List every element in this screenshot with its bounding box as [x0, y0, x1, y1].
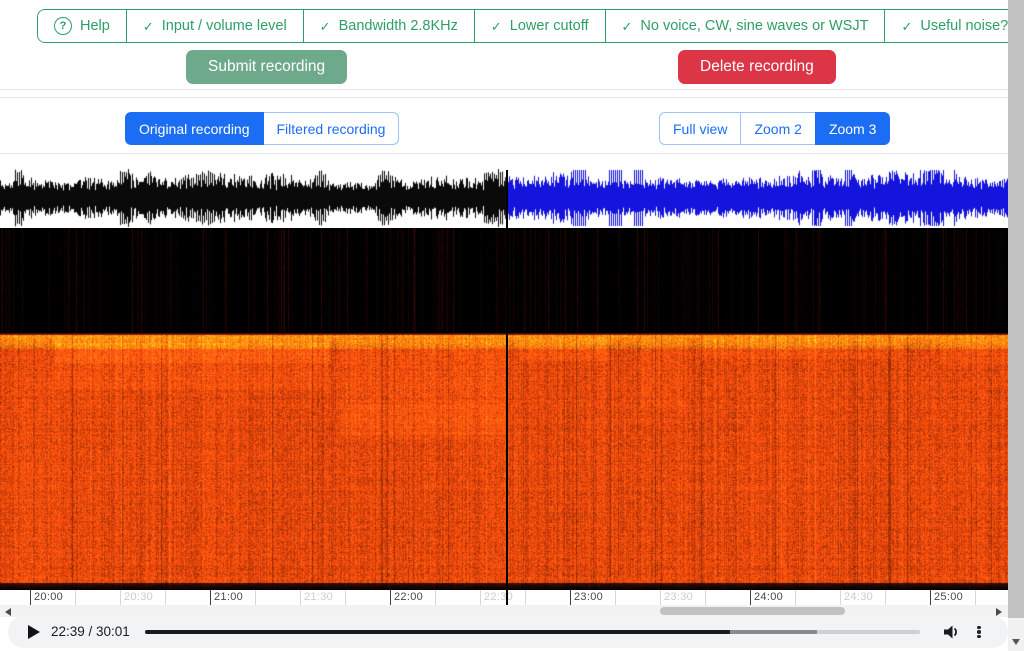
- timeline-tick: [525, 590, 526, 605]
- play-button[interactable]: [28, 625, 42, 639]
- timeline-tick: [750, 590, 751, 605]
- tab-original-recording[interactable]: Original recording: [125, 112, 264, 145]
- timeline-label: 23:00: [574, 591, 603, 603]
- spectrogram-canvas[interactable]: [0, 228, 1008, 590]
- progress-played: [145, 630, 730, 634]
- horizontal-scrollbar-thumb[interactable]: [660, 607, 845, 615]
- check-icon: ✓: [320, 20, 331, 33]
- divider: [0, 97, 1008, 98]
- help-label: Help: [80, 18, 110, 34]
- play-icon: [28, 625, 40, 639]
- help-button[interactable]: ? Help: [38, 10, 126, 42]
- timeline-tick: [975, 590, 976, 605]
- tab-zoom-2[interactable]: Zoom 2: [740, 112, 815, 145]
- player-menu-button[interactable]: [974, 623, 984, 641]
- timeline-label: 22:00: [394, 591, 423, 603]
- playhead-cursor[interactable]: [506, 170, 508, 605]
- timeline-label: 21:30: [304, 591, 333, 603]
- timeline-tick: [345, 590, 346, 605]
- scroll-down-arrow-icon[interactable]: [1012, 639, 1020, 645]
- top-toolbar: ? Help ✓ Input / volume level ✓ Bandwidt…: [0, 0, 1008, 89]
- speaker-icon: [942, 623, 960, 641]
- help-icon: ?: [54, 17, 72, 35]
- timeline-tick: [615, 590, 616, 605]
- check-icon: ✓: [622, 20, 633, 33]
- timeline-label: 25:00: [934, 591, 963, 603]
- timeline-label: 21:00: [214, 591, 243, 603]
- timeline-tick: [480, 590, 481, 605]
- divider: [0, 153, 1008, 154]
- timeline-label: 24:30: [844, 591, 873, 603]
- timeline-tick: [435, 590, 436, 605]
- timeline-label: 24:00: [754, 591, 783, 603]
- timeline-label: 20:30: [124, 591, 153, 603]
- timeline-tick: [120, 590, 121, 605]
- submit-recording-button[interactable]: Submit recording: [186, 50, 347, 84]
- check-no-voice-button[interactable]: ✓ No voice, CW, sine waves or WSJT: [605, 10, 885, 42]
- progress-remaining: [817, 630, 920, 634]
- player-time: 22:39 / 30:01: [51, 624, 130, 639]
- check-lower-cutoff-button[interactable]: ✓ Lower cutoff: [474, 10, 605, 42]
- timeline-tick: [30, 590, 31, 605]
- timeline-label: 20:00: [34, 591, 63, 603]
- delete-recording-button[interactable]: Delete recording: [678, 50, 836, 84]
- waveform-canvas[interactable]: [0, 168, 1008, 228]
- check-label: Bandwidth 2.8KHz: [339, 18, 458, 34]
- timeline-tick: [570, 590, 571, 605]
- recording-review-page: ? Help ✓ Input / volume level ✓ Bandwidt…: [0, 0, 1024, 651]
- check-label: Lower cutoff: [510, 18, 589, 34]
- progress-buffered: [730, 630, 817, 634]
- timeline-tick: [300, 590, 301, 605]
- audio-player: 22:39 / 30:01: [8, 616, 1008, 648]
- check-useful-noise-button[interactable]: ✓ Useful noise?: [884, 10, 1024, 42]
- timeline-tick: [930, 590, 931, 605]
- timeline-tick: [795, 590, 796, 605]
- timeline-tick: [660, 590, 661, 605]
- timeline-label: 23:30: [664, 591, 693, 603]
- scroll-left-arrow-icon[interactable]: [5, 608, 11, 616]
- timeline-tick: [165, 590, 166, 605]
- check-input-volume-button[interactable]: ✓ Input / volume level: [126, 10, 303, 42]
- timeline-tick: [75, 590, 76, 605]
- check-button-group: ? Help ✓ Input / volume level ✓ Bandwidt…: [37, 9, 1024, 43]
- tab-zoom-3[interactable]: Zoom 3: [815, 112, 890, 145]
- timeline-tick: [210, 590, 211, 605]
- timeline: 20:00 20:30 21:00 21:30 22:00 22:30 23:00 23:30…: [0, 590, 1008, 605]
- timeline-tick: [390, 590, 391, 605]
- timeline-tick: [885, 590, 886, 605]
- scroll-right-arrow-icon[interactable]: [996, 608, 1002, 616]
- check-icon: ✓: [901, 20, 912, 33]
- check-icon: ✓: [143, 20, 154, 33]
- zoom-tab-group: Full view Zoom 2 Zoom 3: [659, 112, 890, 145]
- divider: [0, 89, 1008, 90]
- check-label: Input / volume level: [162, 18, 287, 34]
- check-icon: ✓: [491, 20, 502, 33]
- timeline-label: 22:30: [484, 591, 513, 603]
- tab-filtered-recording[interactable]: Filtered recording: [263, 112, 400, 145]
- volume-button[interactable]: [942, 623, 960, 641]
- recording-tab-group: Original recording Filtered recording: [125, 112, 399, 145]
- timeline-tick: [840, 590, 841, 605]
- page-scrollbar-thumb[interactable]: [1008, 0, 1024, 618]
- check-label: Useful noise?: [920, 18, 1008, 34]
- timeline-tick: [255, 590, 256, 605]
- player-progress-bar[interactable]: [145, 630, 920, 634]
- tab-full-view[interactable]: Full view: [659, 112, 741, 145]
- check-label: No voice, CW, sine waves or WSJT: [640, 18, 868, 34]
- timeline-tick: [705, 590, 706, 605]
- kebab-icon: [974, 626, 984, 639]
- page-scrollbar[interactable]: [1008, 0, 1024, 651]
- check-bandwidth-button[interactable]: ✓ Bandwidth 2.8KHz: [303, 10, 474, 42]
